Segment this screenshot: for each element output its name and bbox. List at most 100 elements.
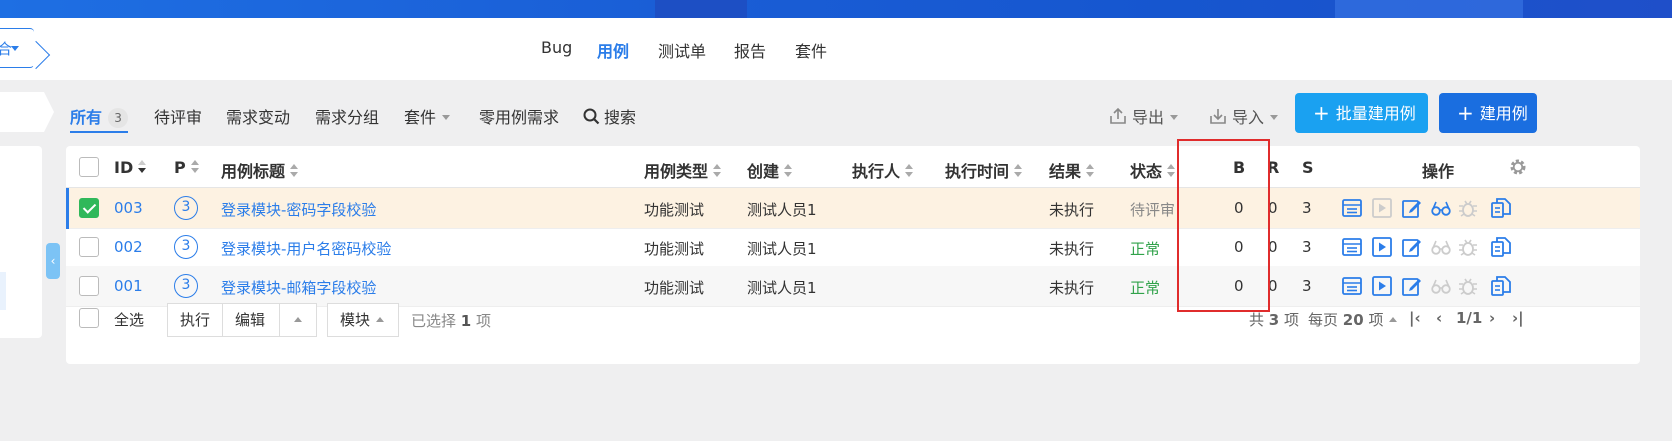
column-result-label: 结果 <box>1049 162 1082 181</box>
total-records: 共 3 项 <box>1249 309 1299 330</box>
nav-item-testtask[interactable]: 测试单 <box>658 38 706 62</box>
play-icon[interactable] <box>1371 236 1393 258</box>
bug-icon <box>1457 197 1479 219</box>
copy-icon[interactable] <box>1490 197 1512 219</box>
row-type: 功能测试 <box>644 240 705 258</box>
table-row[interactable]: 003 3 登录模块-密码字段校验 功能测试 测试人员1 未执行 待评审 0 0 3 <box>66 188 1640 229</box>
search-button[interactable]: 搜索 <box>583 104 636 128</box>
column-title[interactable]: 用例标题 <box>221 158 299 182</box>
edit-icon[interactable] <box>1401 236 1423 258</box>
nav-item-suite[interactable]: 套件 <box>795 38 827 62</box>
create-label: 建用例 <box>1479 104 1528 123</box>
column-type[interactable]: 用例类型 <box>644 158 722 182</box>
top-header-bar <box>0 0 1672 18</box>
chevron-down-icon <box>1170 115 1179 120</box>
sort-icon <box>904 164 914 178</box>
column-result[interactable]: 结果 <box>1049 158 1095 182</box>
filter-suite-label: 套件 <box>404 108 437 127</box>
row-step-count: 3 <box>1302 277 1312 295</box>
row-status: 待评审 <box>1130 201 1176 219</box>
column-priority[interactable]: P <box>174 158 200 177</box>
first-page-icon[interactable]: |‹ <box>1409 309 1421 327</box>
search-icon <box>583 108 600 125</box>
plus-icon: + <box>1313 101 1330 125</box>
filter-all-tab[interactable]: 所有 3 <box>70 104 129 133</box>
gear-icon[interactable] <box>1508 157 1528 177</box>
column-actions: 操作 <box>1422 162 1455 181</box>
select-all-label[interactable]: 全选 <box>114 309 144 330</box>
row-select-checkbox[interactable] <box>79 198 99 218</box>
play-icon <box>1371 197 1393 219</box>
column-creator[interactable]: 创建 <box>747 158 793 182</box>
nav-item-report[interactable]: 报告 <box>734 38 766 62</box>
copy-icon[interactable] <box>1490 275 1512 297</box>
row-id-link[interactable]: 003 <box>114 199 143 217</box>
copy-icon[interactable] <box>1490 236 1512 258</box>
glasses-icon[interactable] <box>1430 197 1452 219</box>
nav-item-bug[interactable]: Bug <box>541 38 572 57</box>
filter-suite-dropdown[interactable]: 套件 <box>404 104 451 128</box>
status-column-highlight <box>1177 139 1270 312</box>
module-tree-selected-item[interactable] <box>0 272 6 310</box>
column-exec-time[interactable]: 执行时间 <box>945 158 1023 182</box>
table-row[interactable]: 002 3 登录模块-用户名密码校验 功能测试 测试人员1 未执行 正常 0 0 3 <box>66 227 1640 268</box>
batch-create-label: 批量建用例 <box>1335 104 1416 123</box>
import-button[interactable]: 导入 <box>1208 104 1279 128</box>
list-icon[interactable] <box>1341 197 1363 219</box>
row-id-link[interactable]: 002 <box>114 238 143 256</box>
list-icon[interactable] <box>1341 236 1363 258</box>
row-result: 未执行 <box>1049 201 1095 219</box>
column-id-label: ID <box>114 158 134 177</box>
batch-more-button[interactable] <box>279 303 317 337</box>
row-select-checkbox[interactable] <box>79 276 99 296</box>
selected-unit: 项 <box>476 312 492 330</box>
row-id-link[interactable]: 001 <box>114 277 143 295</box>
batch-create-case-button[interactable]: + 批量建用例 <box>1295 93 1428 133</box>
case-table: ID P 用例标题 用例类型 创建 执行人 执行时间 结果 状态 B R S 操… <box>66 146 1640 364</box>
row-step-count: 3 <box>1302 238 1312 256</box>
plus-icon: + <box>1457 101 1474 125</box>
row-priority-badge: 3 <box>174 235 198 259</box>
select-all-checkbox[interactable] <box>79 308 99 328</box>
row-title-link[interactable]: 登录模块-用户名密码校验 <box>221 238 391 259</box>
page-size-selector[interactable]: 每页 20 项 <box>1308 309 1398 330</box>
batch-edit-button[interactable]: 编辑 <box>222 303 280 337</box>
filter-pending-review[interactable]: 待评审 <box>154 104 202 128</box>
column-status[interactable]: 状态 <box>1130 158 1176 182</box>
export-button[interactable]: 导出 <box>1108 104 1179 128</box>
table-footer: 全选 执行 编辑 模块 已选择 1 项 共 3 项 每页 20 项 |‹ ‹ 1… <box>66 295 1640 344</box>
row-result: 未执行 <box>1049 240 1095 258</box>
filter-zero-case-requirement[interactable]: 零用例需求 <box>479 104 559 128</box>
filter-requirement-changed[interactable]: 需求变动 <box>226 104 290 128</box>
play-icon[interactable] <box>1371 275 1393 297</box>
edit-icon[interactable] <box>1401 275 1423 297</box>
chevron-up-icon <box>376 317 385 322</box>
create-case-button[interactable]: + 建用例 <box>1439 93 1537 133</box>
prev-page-icon[interactable]: ‹ <box>1436 309 1442 327</box>
batch-module-button[interactable]: 模块 <box>327 303 399 337</box>
header-active-segment[interactable] <box>655 0 747 18</box>
column-title-label: 用例标题 <box>221 162 286 181</box>
edit-icon[interactable] <box>1401 197 1423 219</box>
row-select-checkbox[interactable] <box>79 237 99 257</box>
row-title-link[interactable]: 登录模块-密码字段校验 <box>221 199 376 220</box>
row-type: 功能测试 <box>644 201 705 219</box>
sidebar-collapse-button[interactable]: ‹ <box>46 243 60 279</box>
column-executor[interactable]: 执行人 <box>852 158 914 182</box>
list-icon[interactable] <box>1341 275 1363 297</box>
selected-text: 已选择 <box>411 312 457 330</box>
bug-icon <box>1457 275 1479 297</box>
header-select-checkbox[interactable] <box>79 157 99 177</box>
chevron-up-icon <box>294 317 302 322</box>
last-page-icon[interactable]: ›| <box>1512 309 1524 327</box>
column-id[interactable]: ID <box>114 158 147 177</box>
total-count: 3 <box>1268 311 1280 329</box>
nav-item-case[interactable]: 用例 <box>597 38 629 62</box>
batch-execute-button[interactable]: 执行 <box>167 303 223 337</box>
header-search-segment[interactable] <box>1335 0 1523 18</box>
next-page-icon[interactable]: › <box>1489 309 1495 327</box>
export-label: 导出 <box>1132 108 1165 127</box>
filter-all-label: 所有 <box>70 108 103 127</box>
filter-requirement-group[interactable]: 需求分组 <box>315 104 379 128</box>
glasses-icon <box>1430 275 1452 297</box>
